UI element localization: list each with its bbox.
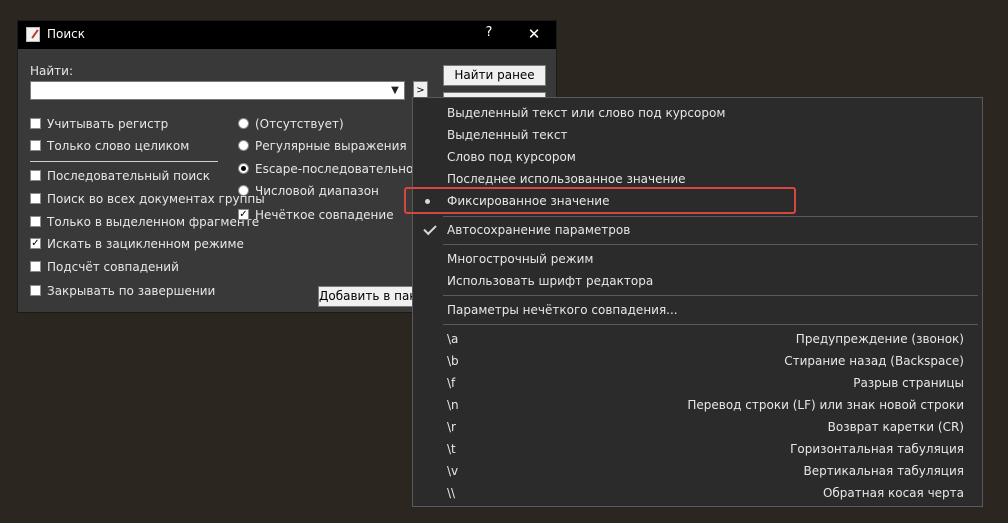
- whole-word-label: Только слово целиком: [47, 139, 190, 153]
- search-all-docs-label: Поиск во всех документах группы: [47, 192, 265, 206]
- bullet-icon: [425, 199, 430, 204]
- menu-item-editor-font[interactable]: Использовать шрифт редактора: [447, 274, 653, 288]
- wrap-around-checkbox[interactable]: ✓: [30, 238, 41, 249]
- find-options-context-menu: Выделенный текст или слово под курсором …: [412, 97, 983, 507]
- mode-regex-radio[interactable]: [238, 140, 249, 151]
- sequential-search-checkbox[interactable]: [30, 170, 41, 181]
- mode-none-radio[interactable]: [238, 118, 249, 129]
- menu-item-autosave[interactable]: Автосохранение параметров: [447, 223, 630, 237]
- escape-code[interactable]: \b: [447, 354, 459, 368]
- escape-desc[interactable]: Обратная косая черта: [823, 486, 964, 500]
- add-to-batch-button[interactable]: Добавить в пакет: [318, 286, 418, 307]
- title-bar[interactable]: Поиск ? ✕: [18, 21, 556, 49]
- menu-item-fuzzy-params[interactable]: Параметры нечёткого совпадения...: [447, 303, 678, 317]
- notepad-app-icon: [26, 27, 40, 42]
- mode-regex-label: Регулярные выражения: [255, 139, 407, 153]
- escape-desc[interactable]: Вертикальная табуляция: [803, 464, 964, 478]
- escape-code[interactable]: \f: [447, 376, 455, 390]
- menu-item-last-used[interactable]: Последнее использованное значение: [447, 172, 686, 186]
- in-selection-label: Только в выделенном фрагменте: [47, 215, 260, 229]
- menu-separator: [443, 295, 978, 296]
- sequential-search-label: Последовательный поиск: [47, 169, 210, 183]
- escape-code[interactable]: \t: [447, 442, 456, 456]
- menu-item-fixed-value[interactable]: Фиксированное значение: [447, 194, 609, 208]
- fuzzy-match-label: Нечёткое совпадение: [255, 208, 394, 222]
- escape-desc[interactable]: Горизонтальная табуляция: [790, 442, 964, 456]
- escape-desc[interactable]: Разрыв страницы: [853, 376, 964, 390]
- escape-desc[interactable]: Предупреждение (звонок): [796, 332, 964, 346]
- mode-escape-label: Escape-последовательность: [255, 162, 434, 176]
- escape-code[interactable]: \n: [447, 398, 459, 412]
- escape-desc[interactable]: Перевод строки (LF) или знак новой строк…: [687, 398, 964, 412]
- menu-separator: [443, 216, 978, 217]
- close-button[interactable]: ✕: [524, 25, 544, 45]
- mode-escape-radio[interactable]: [238, 163, 249, 174]
- menu-item-selection[interactable]: Выделенный текст: [447, 128, 567, 142]
- mode-none-label: (Отсутствует): [255, 117, 344, 131]
- menu-item-selection-or-word[interactable]: Выделенный текст или слово под курсором: [447, 106, 725, 120]
- escape-code[interactable]: \\: [447, 486, 455, 500]
- in-selection-checkbox[interactable]: [30, 216, 41, 227]
- mode-numeric-range-label: Числовой диапазон: [255, 184, 379, 198]
- whole-word-checkbox[interactable]: [30, 140, 41, 151]
- count-matches-checkbox[interactable]: [30, 261, 41, 272]
- menu-separator: [443, 244, 978, 245]
- count-matches-label: Подсчёт совпадений: [47, 260, 179, 274]
- find-previous-button[interactable]: Найти ранее: [443, 65, 546, 86]
- help-button[interactable]: ?: [480, 25, 498, 45]
- match-case-label: Учитывать регистр: [47, 117, 169, 131]
- mode-numeric-range-radio[interactable]: [238, 185, 249, 196]
- find-label: Найти:: [30, 64, 74, 78]
- escape-code[interactable]: \v: [447, 464, 458, 478]
- escape-desc[interactable]: Возврат каретки (CR): [828, 420, 964, 434]
- wrap-around-label: Искать в зацикленном режиме: [47, 237, 244, 251]
- search-all-docs-checkbox[interactable]: [30, 193, 41, 204]
- match-case-checkbox[interactable]: [30, 118, 41, 129]
- escape-code[interactable]: \r: [447, 420, 456, 434]
- menu-item-word-under-cursor[interactable]: Слово под курсором: [447, 150, 576, 164]
- chevron-down-icon[interactable]: ▼: [388, 83, 402, 98]
- dialog-title: Поиск: [47, 27, 86, 41]
- close-on-finish-label: Закрывать по завершении: [47, 284, 216, 298]
- escape-desc[interactable]: Стирание назад (Backspace): [784, 354, 964, 368]
- fuzzy-match-checkbox[interactable]: ✓: [238, 209, 249, 220]
- menu-separator: [443, 324, 978, 325]
- close-on-finish-checkbox[interactable]: [30, 285, 41, 296]
- options-divider: [30, 161, 218, 162]
- find-input[interactable]: ▼: [30, 81, 405, 100]
- check-icon: [423, 221, 437, 236]
- escape-code[interactable]: \a: [447, 332, 458, 346]
- menu-item-multiline[interactable]: Многострочный режим: [447, 252, 593, 266]
